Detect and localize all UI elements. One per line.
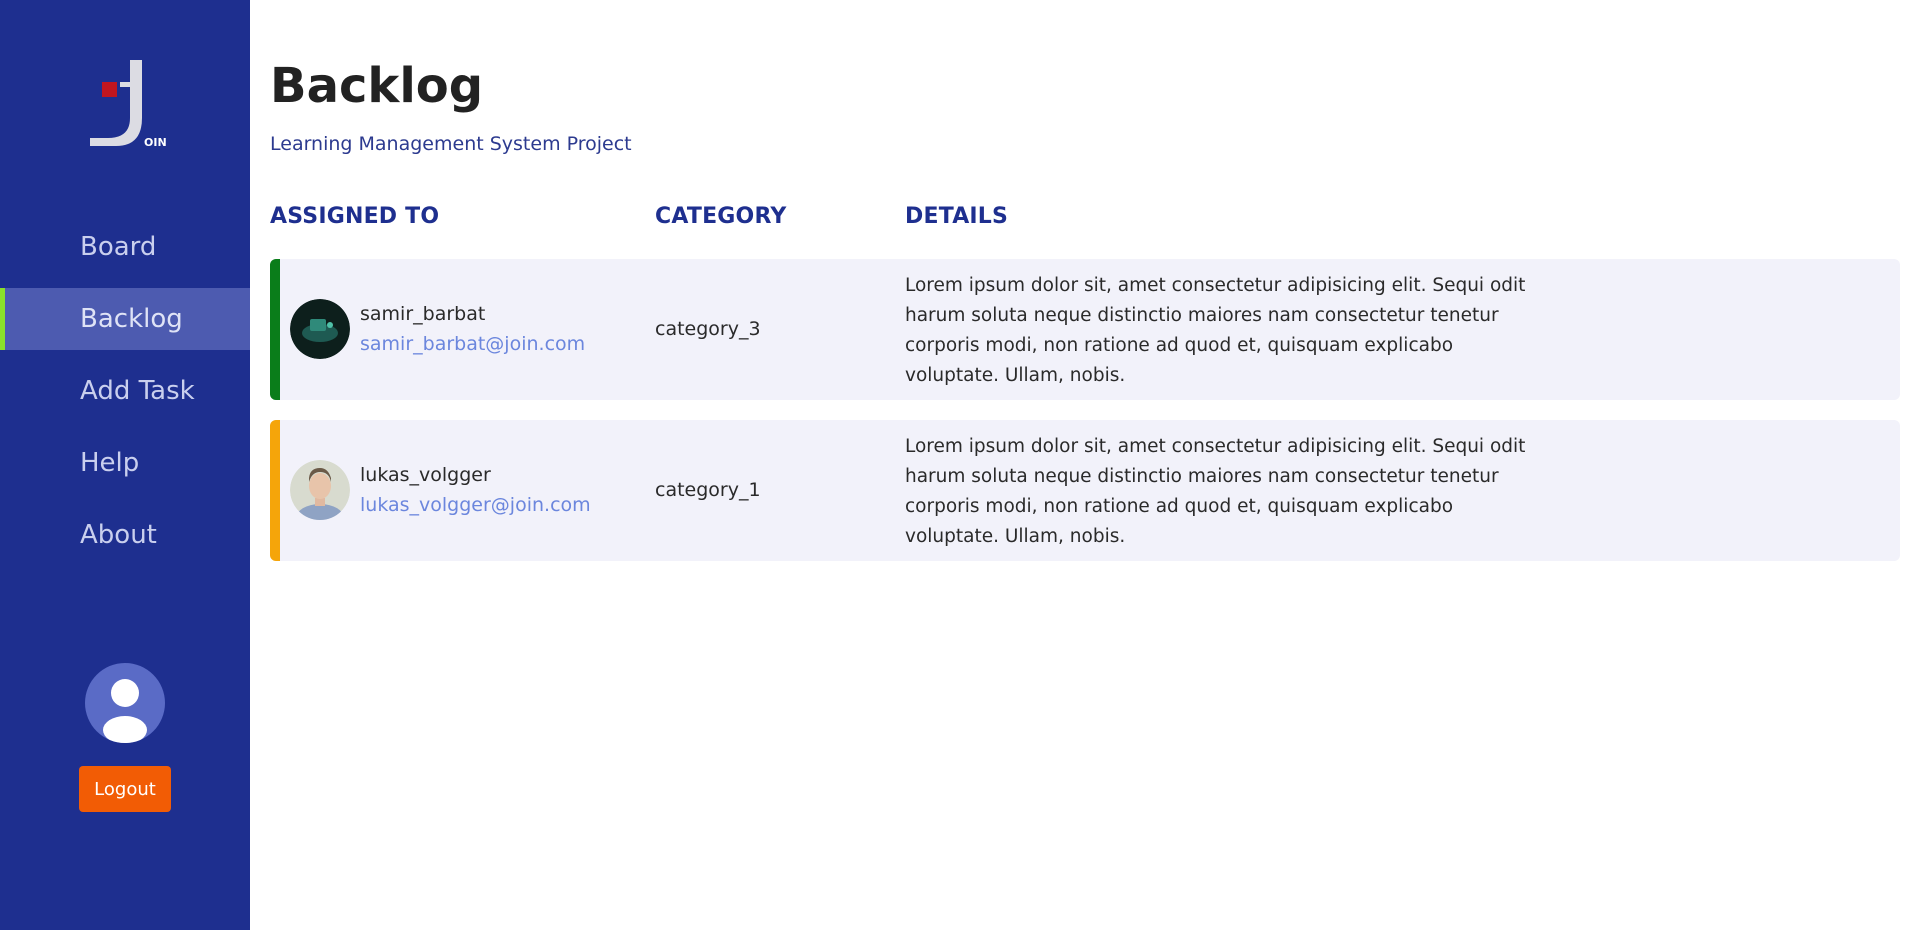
table-row[interactable]: lukas_volgger lukas_volgger@join.com cat… (270, 420, 1900, 561)
task-details: Lorem ipsum dolor sit, amet consectetur … (905, 436, 1526, 547)
assignee-avatar (290, 299, 350, 359)
nav-item-help[interactable]: Help (0, 432, 250, 494)
task-category: category_1 (655, 479, 761, 501)
assignee-username: samir_barbat (360, 303, 486, 325)
column-header-assigned-to: ASSIGNED TO (270, 204, 440, 229)
nav-item-label: Add Task (80, 376, 195, 406)
user-avatar-icon[interactable] (85, 663, 165, 743)
assignee-email-link[interactable]: lukas_volgger@join.com (360, 494, 591, 516)
logout-button[interactable]: Logout (79, 766, 171, 812)
assignee-avatar (290, 460, 350, 520)
nav-item-board[interactable]: Board (0, 216, 250, 278)
sidebar-nav: Board Backlog Add Task Help About (0, 216, 250, 576)
sidebar: OIN Board Backlog Add Task Help About Lo… (0, 0, 250, 930)
page-subtitle: Learning Management System Project (270, 133, 632, 155)
table-row[interactable]: samir_barbat samir_barbat@join.com categ… (270, 259, 1900, 400)
assignee-username: lukas_volgger (360, 464, 491, 486)
priority-stripe (270, 420, 280, 561)
assignee-email-link[interactable]: samir_barbat@join.com (360, 333, 585, 355)
task-category: category_3 (655, 318, 761, 340)
svg-text:OIN: OIN (144, 136, 166, 149)
nav-item-label: Board (80, 232, 157, 262)
column-header-details: DETAILS (905, 204, 1009, 229)
nav-item-about[interactable]: About (0, 504, 250, 566)
nav-item-label: Help (80, 448, 140, 478)
page-title: Backlog (270, 58, 484, 114)
priority-stripe (270, 259, 280, 400)
main-content: Backlog Learning Management System Proje… (270, 0, 1900, 930)
nav-item-label: Backlog (80, 304, 183, 334)
column-header-category: CATEGORY (655, 204, 787, 229)
nav-item-backlog[interactable]: Backlog (0, 288, 250, 350)
nav-item-label: About (80, 520, 157, 550)
nav-item-add-task[interactable]: Add Task (0, 360, 250, 422)
join-logo[interactable]: OIN (86, 58, 167, 150)
task-details: Lorem ipsum dolor sit, amet consectetur … (905, 275, 1526, 386)
